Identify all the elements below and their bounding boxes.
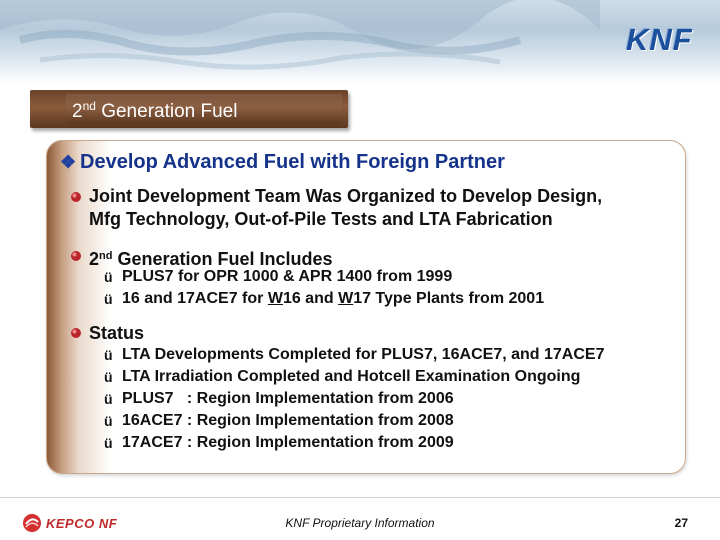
footer-divider — [0, 497, 720, 498]
sub-list-item: 16ACE7 : Region Implementation from 2008 — [122, 412, 454, 429]
knf-logo: KNF — [626, 22, 693, 57]
sub-list-item: PLUS7 : Region Implementation from 2006 — [122, 390, 454, 407]
section-heading: ❖ Develop Advanced Fuel with Foreign Part… — [60, 151, 505, 173]
header-banner: KNF — [0, 0, 720, 84]
check-icon: ü — [104, 347, 113, 363]
check-icon: ü — [104, 269, 113, 285]
check-icon: ü — [104, 291, 113, 307]
list-item-continuation: Mfg Technology, Out-of-Pile Tests and LT… — [89, 209, 553, 229]
red-bullet-icon — [70, 250, 82, 262]
world-map-decoration — [0, 0, 600, 70]
red-bullet-icon — [70, 327, 82, 339]
list-item: Joint Development Team Was Organized to … — [89, 186, 603, 206]
page-title: 2nd Generation Fuel — [72, 99, 238, 122]
sub-list-item: LTA Developments Completed for PLUS7, 16… — [122, 346, 605, 363]
diamond-bullet-icon: ❖ — [60, 152, 77, 172]
footer-proprietary-info: KNF Proprietary Information — [285, 516, 435, 530]
check-icon: ü — [104, 413, 113, 429]
check-icon: ü — [104, 391, 113, 407]
check-icon: ü — [104, 435, 113, 451]
red-bullet-icon — [70, 191, 82, 203]
page-number: 27 — [674, 516, 688, 530]
check-icon: ü — [104, 369, 113, 385]
sub-list-item: LTA Irradiation Completed and Hotcell Ex… — [122, 368, 581, 385]
sub-list-item: 16 and 17ACE7 for W16 and W17 Type Plant… — [122, 290, 545, 307]
sub-list-item: PLUS7 for OPR 1000 & APR 1400 from 1999 — [122, 268, 453, 285]
sub-list-item: 17ACE7 : Region Implementation from 2009 — [122, 434, 454, 451]
list-item: Status — [89, 323, 145, 343]
